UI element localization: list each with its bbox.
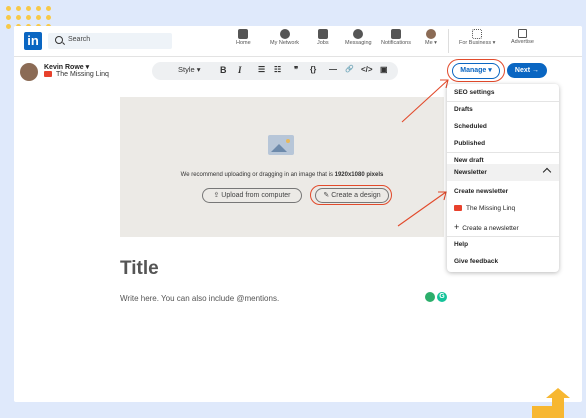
bold-button[interactable]: B: [220, 65, 227, 75]
search-placeholder: Search: [68, 36, 91, 43]
menu-give-feedback[interactable]: Give feedback: [454, 258, 498, 265]
chat-icon: [353, 29, 364, 39]
nav-messaging[interactable]: Messaging: [345, 29, 372, 46]
author-name-row: Kevin Rowe ▾: [44, 63, 89, 71]
menu-newsletter-header[interactable]: Newsletter: [447, 164, 559, 181]
nav-me[interactable]: Me ▾: [425, 29, 437, 46]
image-button[interactable]: ▣: [380, 65, 388, 74]
network-icon: [279, 29, 290, 39]
grammarly-icon[interactable]: G: [437, 292, 447, 302]
top-nav: in Search Home My Network Jobs Messaging…: [14, 26, 582, 57]
bullet-list-button[interactable]: ☰: [258, 65, 265, 74]
nav-jobs[interactable]: Jobs: [317, 29, 329, 46]
menu-create-a-newsletter-label: Create a newsletter: [462, 225, 519, 232]
link-button[interactable]: 🔗: [345, 65, 354, 73]
nav-for-business[interactable]: For Business ▾: [459, 29, 495, 46]
plus-icon: +: [454, 222, 460, 232]
image-placeholder-icon: [268, 135, 294, 155]
nav-advertise[interactable]: Advertise: [511, 29, 534, 45]
italic-button[interactable]: I: [238, 65, 242, 75]
recommendation-text: We recommend uploading or dragging in an…: [180, 172, 335, 178]
manage-button[interactable]: Manage ▾: [452, 63, 500, 79]
menu-divider: [447, 101, 559, 102]
next-button[interactable]: Next →: [507, 63, 547, 78]
menu-create-a-newsletter[interactable]: + Create a newsletter: [454, 222, 519, 232]
body-input[interactable]: Write here. You can also include @mentio…: [120, 294, 279, 303]
manage-label: Manage: [460, 67, 487, 74]
newsletter-logo-icon: [44, 71, 52, 78]
author-name: Kevin Rowe: [44, 64, 84, 71]
corner-arrow-icon: [532, 388, 570, 418]
menu-create-newsletter[interactable]: Create newsletter: [454, 188, 508, 195]
upload-label: Upload from computer: [221, 192, 291, 199]
nav-home[interactable]: Home: [236, 29, 251, 46]
bell-icon: [390, 29, 401, 39]
search-box[interactable]: Search: [48, 33, 172, 49]
image-recommendation: We recommend uploading or dragging in an…: [120, 172, 444, 178]
upload-from-computer-button[interactable]: ⇪ Upload from computer: [202, 188, 302, 203]
menu-drafts[interactable]: Drafts: [454, 106, 473, 113]
nav-divider: [448, 29, 449, 53]
search-icon: [55, 36, 63, 44]
embed-button[interactable]: </>: [361, 65, 373, 74]
author-newsletter: The Missing Linq: [56, 71, 109, 78]
annotation-circle-design: [310, 185, 392, 205]
menu-the-missing-linq-label: The Missing Linq: [466, 205, 516, 212]
menu-divider: [447, 236, 559, 237]
location-pin-icon[interactable]: [425, 292, 435, 302]
numbered-list-button[interactable]: ☷: [274, 65, 281, 74]
style-dropdown[interactable]: Style ▾: [178, 65, 201, 74]
briefcase-icon: [317, 29, 328, 39]
nav-for-business-label: For Business: [459, 40, 492, 46]
title-input[interactable]: Title: [120, 258, 159, 280]
profile-avatar: [425, 29, 436, 39]
nav-notifications-label: Notifications: [381, 40, 411, 46]
menu-scheduled[interactable]: Scheduled: [454, 123, 487, 130]
grid-icon: [472, 29, 483, 39]
menu-new-draft[interactable]: New draft: [454, 157, 484, 164]
menu-newsletter: Newsletter: [454, 169, 487, 176]
browser-window: in Search Home My Network Jobs Messaging…: [14, 26, 582, 402]
style-dropdown-label: Style: [178, 65, 195, 74]
divider-button[interactable]: —: [329, 65, 337, 74]
nav-messaging-label: Messaging: [345, 40, 372, 46]
nav-jobs-label: Jobs: [317, 40, 329, 46]
chevron-up-icon: [542, 167, 552, 177]
recommendation-size: 1920x1080 pixels: [334, 172, 384, 178]
menu-published[interactable]: Published: [454, 140, 485, 147]
formatting-toolbar: Style ▾ B I ☰ ☷ ❞ {} — 🔗 </> ▣: [152, 62, 398, 80]
author-newsletter-row: The Missing Linq: [44, 71, 109, 78]
menu-the-missing-linq[interactable]: The Missing Linq: [454, 205, 515, 212]
advertise-icon: [517, 29, 527, 38]
nav-my-network[interactable]: My Network: [270, 29, 299, 46]
home-icon: [238, 29, 249, 39]
author-avatar: [20, 63, 38, 81]
nav-notifications[interactable]: Notifications: [381, 29, 411, 46]
nav-me-label: Me: [425, 40, 433, 46]
annotation-arrow-manage: [401, 79, 449, 123]
quote-button[interactable]: ❞: [294, 65, 298, 74]
manage-dropdown-menu: SEO settings Drafts Scheduled Published …: [447, 84, 559, 272]
menu-divider: [447, 152, 559, 153]
next-label: Next: [514, 67, 531, 74]
annotation-arrow-create-newsletter: [397, 191, 447, 227]
nav-home-label: Home: [236, 40, 251, 46]
code-block-button[interactable]: {}: [310, 65, 316, 74]
menu-seo-settings[interactable]: SEO settings: [454, 89, 494, 96]
nav-my-network-label: My Network: [270, 40, 300, 46]
newsletter-logo-icon: [454, 205, 462, 212]
menu-help[interactable]: Help: [454, 241, 468, 248]
nav-advertise-label: Advertise: [511, 39, 534, 45]
chevron-down-icon: ▾: [85, 64, 90, 71]
linkedin-logo[interactable]: in: [24, 32, 42, 50]
